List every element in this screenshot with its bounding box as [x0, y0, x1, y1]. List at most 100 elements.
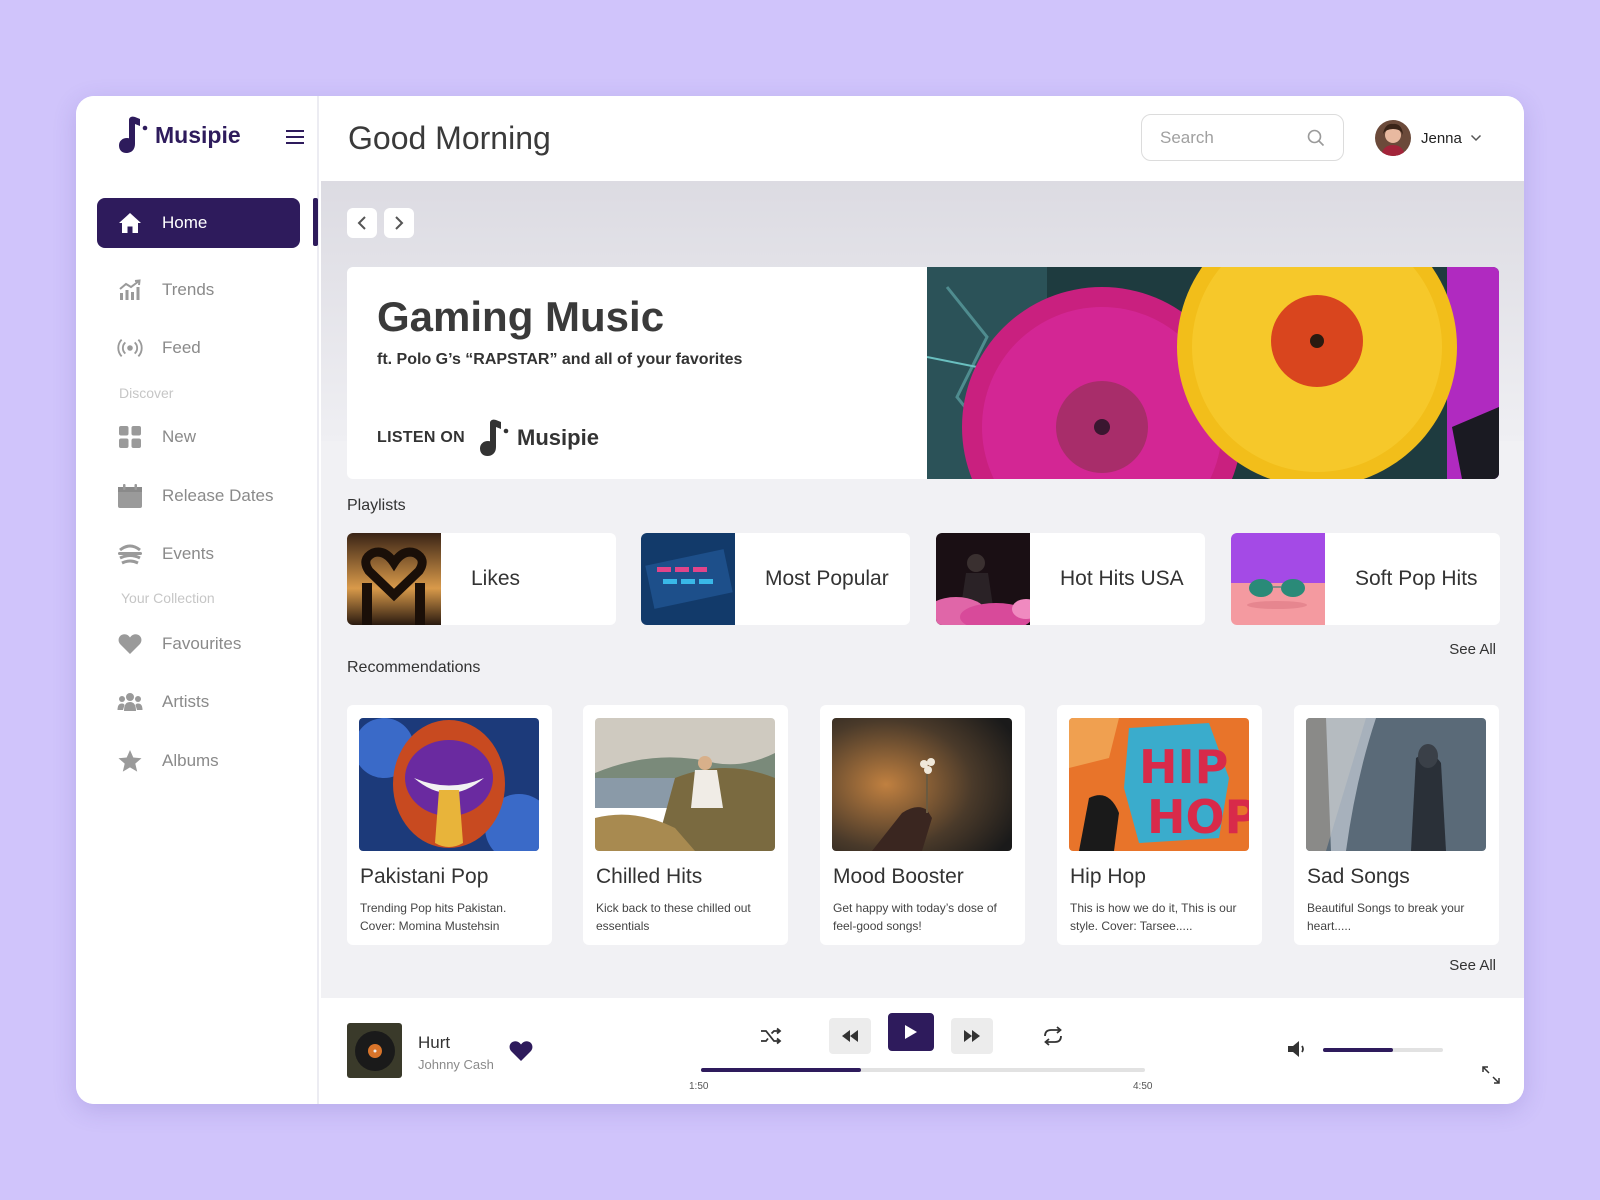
events-icon	[117, 541, 143, 567]
sidebar-item-favourites[interactable]: Favourites	[97, 619, 300, 669]
app-name: Musipie	[155, 121, 241, 148]
recommendation-description: Get happy with today’s dose of feel-good…	[833, 901, 997, 933]
sidebar-item-release-dates[interactable]: Release Dates	[97, 471, 300, 521]
heart-icon	[117, 631, 143, 657]
recommendation-thumbnail	[1306, 718, 1486, 851]
playlist-card-hot-hits-usa[interactable]: Hot Hits USA	[936, 533, 1205, 625]
recommendation-title: Sad Songs	[1307, 865, 1410, 888]
chevron-down-icon	[1470, 134, 1481, 142]
svg-text:HOP: HOP	[1147, 790, 1249, 844]
sidebar-item-new[interactable]: New	[97, 412, 300, 462]
shuffle-icon[interactable]	[757, 1022, 785, 1050]
banner-subtitle: ft. Polo G’s “RAPSTAR” and all of your f…	[377, 351, 743, 368]
home-icon	[117, 210, 143, 236]
recommendation-card-mood-booster[interactable]: Mood Booster Get happy with today’s dose…	[820, 705, 1025, 945]
playlists-heading: Playlists	[347, 497, 406, 514]
playlist-card-most-popular[interactable]: Most Popular	[641, 533, 910, 625]
hamburger-menu-icon[interactable]	[286, 130, 304, 144]
chevron-right-icon	[395, 216, 404, 230]
sidebar-item-label: Home	[162, 213, 208, 232]
sidebar-item-albums[interactable]: Albums	[97, 736, 300, 786]
next-button[interactable]	[951, 1018, 993, 1054]
sidebar-item-artists[interactable]: Artists	[97, 677, 300, 727]
recommendation-description: This is how we do it, This is our style.…	[1070, 901, 1237, 933]
recommendation-description: Kick back to these chilled out essential…	[596, 901, 751, 933]
play-button[interactable]	[888, 1013, 934, 1051]
like-heart-icon[interactable]	[509, 1040, 533, 1067]
banner-brand: Musipie	[517, 425, 599, 450]
page-title: Good Morning	[348, 120, 551, 156]
search-icon[interactable]	[1307, 129, 1325, 147]
sidebar-item-home[interactable]: Home	[97, 198, 300, 248]
recommendation-card-pakistani-pop[interactable]: Pakistani Pop Trending Pop hits Pakistan…	[347, 705, 552, 945]
playlist-name: Most Popular	[765, 567, 889, 591]
svg-text:HIP: HIP	[1139, 740, 1228, 794]
play-icon	[905, 1025, 917, 1039]
musipie-logo-icon	[480, 419, 509, 456]
app-logo[interactable]: Musipie	[118, 116, 241, 154]
playlist-thumbnail	[1231, 533, 1325, 625]
recommendation-title: Pakistani Pop	[360, 865, 489, 888]
user-name: Jenna	[1421, 129, 1462, 147]
sidebar-item-label: Artists	[162, 692, 210, 711]
calendar-icon	[117, 483, 143, 509]
playlist-card-soft-pop-hits[interactable]: Soft Pop Hits	[1231, 533, 1500, 625]
banner-title: Gaming Music	[377, 293, 665, 340]
playlist-card-likes[interactable]: Likes	[347, 533, 616, 625]
recommendations-heading: Recommendations	[347, 659, 481, 676]
sidebar-item-label: Albums	[162, 751, 219, 770]
forward-button[interactable]	[384, 208, 414, 238]
recommendation-thumbnail: HIP HOP	[1069, 718, 1249, 851]
recommendation-card-hip-hop[interactable]: HIP HOP Hip Hop This is how we do it, Th…	[1057, 705, 1262, 945]
sidebar-item-trends[interactable]: Trends	[97, 265, 300, 315]
playlist-name: Hot Hits USA	[1060, 567, 1184, 591]
feed-broadcast-icon	[117, 335, 143, 361]
now-playing-artist[interactable]: Johnny Cash	[418, 1057, 494, 1072]
musipie-logo-icon	[119, 116, 148, 153]
rewind-icon	[842, 1030, 858, 1042]
chevron-left-icon	[357, 216, 366, 230]
section-label-discover: Discover	[119, 385, 174, 401]
playlist-thumbnail	[641, 533, 735, 625]
previous-button[interactable]	[829, 1018, 871, 1054]
sidebar-item-label: Trends	[162, 280, 215, 299]
see-all-playlists-link[interactable]: See All	[1449, 641, 1496, 658]
sidebar-item-label: Feed	[162, 338, 201, 357]
listen-on: LISTEN ON Musipie	[377, 419, 599, 457]
recommendation-description: Trending Pop hits Pakistan. Cover: Momin…	[360, 901, 507, 933]
volume-slider[interactable]	[1323, 1048, 1443, 1052]
elapsed-time: 1:50	[689, 1081, 709, 1092]
recommendation-thumbnail	[359, 718, 539, 851]
sidebar: Musipie Home Trends Feed Discover New Re…	[76, 96, 319, 1104]
sidebar-item-label: Favourites	[162, 634, 242, 653]
featured-banner[interactable]: Gaming Music ft. Polo G’s “RAPSTAR” and …	[347, 267, 1499, 479]
user-menu[interactable]: Jenna	[1375, 120, 1482, 156]
app-window: Musipie Home Trends Feed Discover New Re…	[76, 96, 1524, 1104]
recommendation-card-chilled-hits[interactable]: Chilled Hits Kick back to these chilled …	[583, 705, 788, 945]
volume-icon[interactable]	[1285, 1036, 1311, 1062]
playlist-thumbnail	[347, 533, 441, 625]
total-duration: 4:50	[1133, 1081, 1153, 1092]
vinyl-records-image	[927, 267, 1499, 479]
progress-bar[interactable]	[701, 1068, 1145, 1072]
now-playing-cover[interactable]	[347, 1023, 402, 1078]
sidebar-item-label: Events	[162, 544, 214, 563]
playlist-thumbnail	[936, 533, 1030, 625]
sidebar-item-feed[interactable]: Feed	[97, 323, 300, 373]
see-all-recommendations-link[interactable]: See All	[1449, 957, 1496, 974]
back-button[interactable]	[347, 208, 377, 238]
people-icon	[117, 689, 143, 715]
recommendation-title: Mood Booster	[833, 865, 964, 888]
recommendation-card-sad-songs[interactable]: Sad Songs Beautiful Songs to break your …	[1294, 705, 1499, 945]
recommendation-description: Beautiful Songs to break your heart.....	[1307, 901, 1465, 933]
search-input[interactable]: Search	[1141, 114, 1344, 161]
recommendation-title: Hip Hop	[1070, 865, 1146, 888]
repeat-icon[interactable]	[1039, 1022, 1067, 1050]
sidebar-item-events[interactable]: Events	[97, 529, 300, 579]
star-icon	[117, 748, 143, 774]
now-playing-title: Hurt	[418, 1033, 451, 1052]
volume-fill	[1323, 1048, 1393, 1052]
search-placeholder: Search	[1160, 127, 1214, 147]
sidebar-item-label: Release Dates	[162, 486, 274, 505]
expand-icon[interactable]	[1478, 1062, 1504, 1088]
